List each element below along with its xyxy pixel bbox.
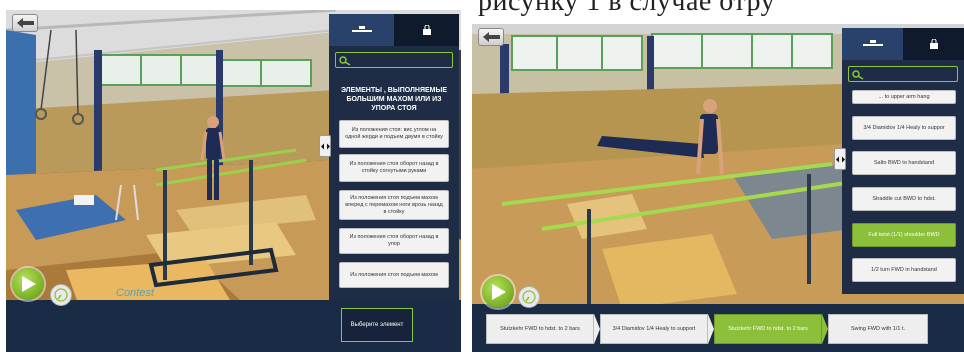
- element-item[interactable]: Из положения стоя подъем махом: [339, 262, 449, 288]
- element-item[interactable]: ... to upper arm hang: [852, 90, 956, 104]
- back-button[interactable]: [478, 28, 504, 46]
- elements-panel: ЭЛЕМЕНТЫ , ВЫПОЛНЯЕМЫЕ БОЛЬШИМ МАХОМ ИЛИ…: [329, 14, 459, 300]
- tab-lock[interactable]: [394, 14, 459, 46]
- speed-dial-icon: [54, 288, 68, 302]
- lock-icon: [422, 25, 431, 35]
- elements-panel: ... to upper arm hang 3/4 Diamidov 1/4 H…: [842, 28, 964, 294]
- left-screenshot: Contest ЭЛЕМЕНТЫ , ВЫПОЛНЯЕМЫЕ БОЛЬШИМ М…: [6, 10, 461, 352]
- apparatus-bars-icon: [351, 26, 372, 32]
- right-screenshot: ... to upper arm hang 3/4 Diamidov 1/4 H…: [472, 24, 964, 352]
- tab-apparatus[interactable]: [842, 28, 903, 60]
- panel-title: ЭЛЕМЕНТЫ , ВЫПОЛНЯЕМЫЕ БОЛЬШИМ МАХОМ ИЛИ…: [340, 87, 448, 112]
- play-button[interactable]: [12, 268, 44, 300]
- search-input[interactable]: [848, 66, 958, 82]
- search-icon: [852, 70, 864, 80]
- sequence-item[interactable]: Swing FWD with 1/1 t.: [828, 314, 928, 344]
- arrow-left-icon: [483, 32, 500, 42]
- panel-tabs: [329, 14, 459, 46]
- element-item[interactable]: 3/4 Diamidov 1/4 Healy to suppor: [852, 116, 956, 140]
- element-item[interactable]: Из положения стоя подъем махом вперед с …: [339, 190, 449, 220]
- tab-apparatus[interactable]: [329, 14, 394, 46]
- element-item-selected[interactable]: Full twist (1/1) shoulder BWD: [852, 223, 956, 247]
- panel-collapse-toggle[interactable]: [319, 135, 331, 157]
- play-icon: [492, 284, 506, 300]
- panel-tabs: [842, 28, 964, 60]
- play-icon: [22, 276, 36, 292]
- arrow-left-icon: [17, 18, 34, 28]
- collapse-toggle-icon: [321, 143, 330, 150]
- element-item[interactable]: Из положения стоя оборот назад в стойку …: [339, 154, 449, 182]
- element-item[interactable]: Straddle cut BWD to hdst.: [852, 187, 956, 211]
- element-item[interactable]: Из положения стоя оборот назад в упор: [339, 228, 449, 254]
- panel-collapse-toggle[interactable]: [834, 148, 846, 170]
- element-item[interactable]: Salto BWD to handstand: [852, 151, 956, 175]
- back-button[interactable]: [12, 14, 38, 32]
- lock-icon: [929, 39, 938, 49]
- play-button[interactable]: [482, 276, 514, 308]
- sequence-item-selected[interactable]: Stutzkehr FWD to hdst. to 2 bars: [714, 314, 822, 344]
- sequence-item[interactable]: 3/4 Diamidov 1/4 Healy to support: [600, 314, 708, 344]
- speed-dial-button[interactable]: [518, 286, 540, 308]
- sequence-item[interactable]: Stutzkehr FWD to hdst. to 2 bars: [486, 314, 594, 344]
- collapse-toggle-icon: [836, 156, 845, 163]
- caption-text: рисунку 1 в случае отру: [478, 0, 776, 17]
- search-icon: [339, 56, 351, 66]
- speed-dial-button[interactable]: [50, 284, 72, 306]
- choose-element-button[interactable]: Выберите элемент: [341, 308, 413, 342]
- floor-logo: Contest: [116, 287, 155, 299]
- apparatus-bars-icon: [862, 40, 883, 46]
- tab-lock[interactable]: [903, 28, 964, 60]
- speed-dial-icon: [522, 290, 536, 304]
- element-item[interactable]: Из положения стоя: вис углом на одной же…: [339, 120, 449, 148]
- element-item[interactable]: 1/2 turn FWD in handstand: [852, 258, 956, 282]
- search-input[interactable]: [335, 52, 453, 68]
